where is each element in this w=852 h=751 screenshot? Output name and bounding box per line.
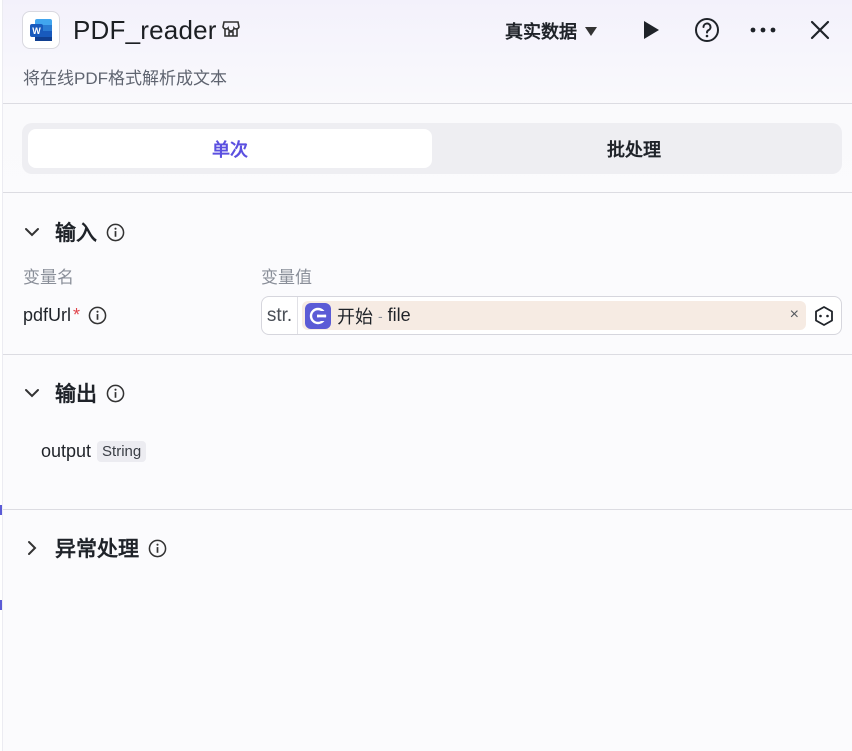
ref-node-name: 开始 [337,306,373,327]
required-mark: * [73,305,81,325]
exception-section-header[interactable]: 异常处理 [23,533,167,563]
play-icon [644,21,659,39]
info-icon [106,384,125,402]
output-name: output [41,441,92,461]
node-detail-panel: W PDF_reader 将在线PDF格式解析成文本 真实数据 单次 批处理 输… [3,0,852,751]
svg-text:W: W [32,26,41,36]
start-node-icon [305,302,331,329]
run-mode-tabs: 单次 批处理 [22,123,842,174]
param-name-pdfurl: pdfUrl * [23,305,107,326]
variable-reference-chip[interactable]: 开始 - file × [302,301,806,330]
info-icon [148,539,167,557]
output-section-header[interactable]: 输出 [23,378,125,408]
help-icon [695,18,719,42]
caret-down-icon [585,26,597,36]
more-icon [750,27,776,33]
tab-single[interactable]: 单次 [28,129,432,168]
store-icon[interactable] [221,19,241,39]
pdfurl-value-field[interactable]: str. 开始 - file × [261,296,842,335]
run-button[interactable] [636,15,666,45]
output-section-title: 输出 [55,383,97,406]
ref-separator: - [378,307,383,324]
variable-name-header: 变量名 [23,268,74,287]
input-section-header[interactable]: 输入 [23,217,125,247]
panel-header: W PDF_reader 将在线PDF格式解析成文本 真实数据 [3,0,852,104]
section-divider [3,509,852,510]
page-title: PDF_reader [73,15,217,45]
input-section-title: 输入 [55,222,97,245]
edge-marker [0,505,2,515]
output-item: output String [41,441,147,462]
edge-marker [0,600,2,610]
type-tag: str. [262,297,298,334]
chevron-down-icon [25,389,39,398]
variable-hexagon-icon[interactable] [813,305,835,327]
help-button[interactable] [692,15,722,45]
close-button[interactable] [805,15,835,45]
variable-value-header: 变量值 [261,268,312,287]
node-description: 将在线PDF格式解析成文本 [23,69,227,88]
data-mode-label: 真实数据 [505,22,577,42]
section-divider [3,354,852,355]
info-icon [88,306,107,325]
param-label: pdfUrl [23,305,72,325]
chevron-right-icon [28,541,37,555]
chevron-down-icon [25,228,39,237]
tab-batch[interactable]: 批处理 [432,129,836,168]
exception-section-title: 异常处理 [55,538,139,561]
clear-reference-button[interactable]: × [790,306,799,324]
info-icon [106,223,125,241]
close-icon [810,20,830,40]
ref-field-name: file [387,305,411,325]
output-type-badge: String [97,441,147,462]
data-mode-select[interactable]: 真实数据 [505,18,597,44]
more-button[interactable] [748,15,778,45]
word-doc-icon: W [22,11,60,49]
run-mode-tabs-area: 单次 批处理 [3,104,852,193]
